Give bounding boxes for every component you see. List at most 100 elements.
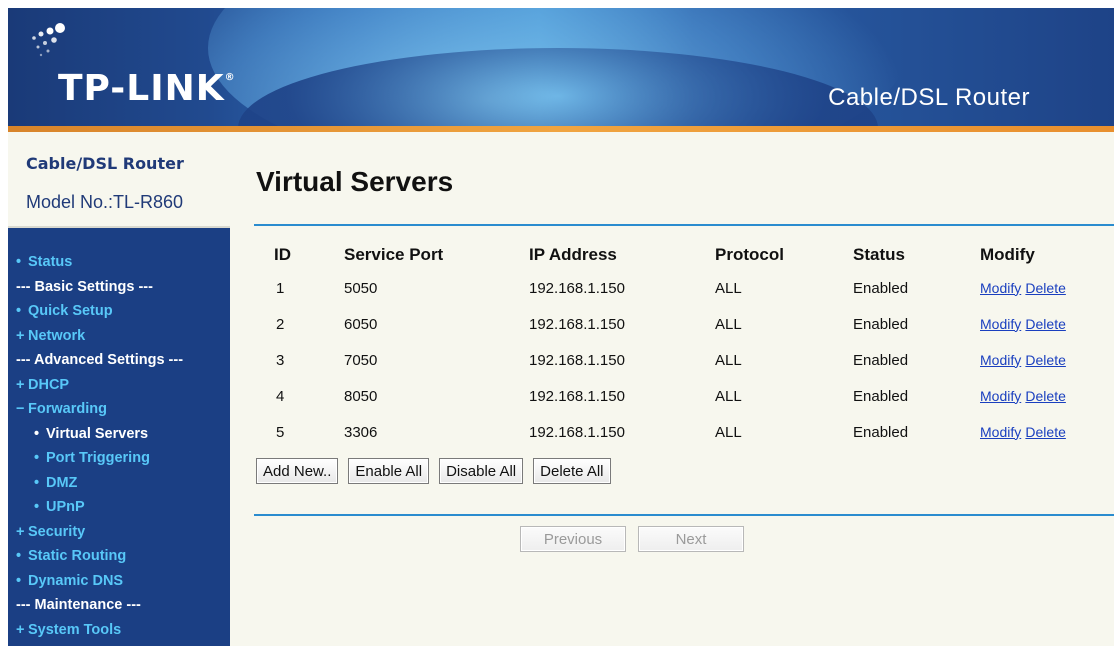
product-name: Cable/DSL Router: [26, 154, 184, 173]
delete-link[interactable]: Delete: [1025, 316, 1065, 332]
table-row: 1 5050 192.168.1.150 ALL Enabled Modify …: [264, 270, 1100, 306]
cell-ip-address: 192.168.1.150: [529, 423, 625, 441]
disable-all-button[interactable]: Disable All: [439, 458, 524, 484]
sidebar-item-virtual-servers[interactable]: • Virtual Servers: [8, 422, 230, 447]
delete-all-button[interactable]: Delete All: [533, 458, 611, 484]
cell-ip-address: 192.168.1.150: [529, 387, 625, 405]
bullet-icon: •: [34, 450, 40, 466]
model-number: Model No.:TL-R860: [26, 192, 184, 212]
sidebar-item-quick-setup[interactable]: • Quick Setup: [8, 299, 230, 324]
enable-all-button[interactable]: Enable All: [348, 458, 430, 484]
bullet-icon: •: [16, 572, 22, 589]
cell-id: 3: [276, 351, 285, 369]
expand-plus-icon: +: [16, 327, 25, 344]
cell-protocol: ALL: [715, 387, 742, 405]
sidebar-item-network[interactable]: + Network: [8, 324, 230, 349]
modify-link[interactable]: Modify: [980, 352, 1021, 368]
cell-service-port: 5050: [344, 279, 378, 297]
cell-service-port: 6050: [344, 315, 378, 333]
previous-button[interactable]: Previous: [520, 526, 626, 552]
sidebar-item-upnp[interactable]: • UPnP: [8, 495, 230, 520]
divider: [254, 514, 1114, 516]
sidebar-item-security[interactable]: + Security: [8, 520, 230, 545]
sidebar-section-maintenance: --- Maintenance ---: [16, 597, 141, 613]
cell-id: 5: [276, 423, 285, 441]
sidebar-section-basic-settings: --- Basic Settings ---: [16, 278, 153, 295]
delete-link[interactable]: Delete: [1025, 424, 1065, 440]
bullet-icon: •: [16, 303, 22, 319]
collapse-minus-icon: −: [16, 401, 25, 417]
table-row: 4 8050 192.168.1.150 ALL Enabled Modify …: [264, 378, 1100, 414]
column-header-ip-address: IP Address: [529, 245, 617, 264]
expand-plus-icon: +: [16, 523, 25, 540]
modify-link[interactable]: Modify: [980, 388, 1021, 404]
cell-id: 4: [276, 387, 285, 405]
cell-actions: Modify Delete: [980, 378, 1100, 414]
table-row: 2 6050 192.168.1.150 ALL Enabled Modify …: [264, 306, 1100, 342]
model-info-panel: Cable/DSL Router Model No.:TL-R860: [8, 132, 230, 228]
cell-protocol: ALL: [715, 279, 742, 297]
column-header-protocol: Protocol: [715, 245, 784, 264]
sidebar-item-port-triggering[interactable]: • Port Triggering: [8, 446, 230, 471]
cell-status: Enabled: [853, 423, 909, 441]
table-row: 3 7050 192.168.1.150 ALL Enabled Modify …: [264, 342, 1100, 378]
table-actions: Add New.. Enable All Disable All Delete …: [256, 458, 611, 484]
cell-ip-address: 192.168.1.150: [529, 279, 625, 297]
sidebar-menu: • Status --- Basic Settings --- • Quick Se…: [8, 228, 230, 646]
tp-link-logo-icon: [32, 23, 65, 57]
header-banner: TP-LINK® Cable/DSL Router: [8, 8, 1114, 128]
bullet-icon: •: [34, 474, 40, 491]
cell-status: Enabled: [853, 351, 909, 369]
cell-service-port: 7050: [344, 351, 378, 369]
column-header-status: Status: [853, 245, 905, 264]
virtual-servers-table: ID Service Port IP Address Protocol Stat…: [264, 240, 1100, 450]
pagination: Previous Next: [520, 526, 744, 552]
next-button[interactable]: Next: [638, 526, 744, 552]
cell-actions: Modify Delete: [980, 342, 1100, 378]
delete-link[interactable]: Delete: [1025, 352, 1065, 368]
bullet-icon: •: [34, 499, 40, 515]
expand-plus-icon: +: [16, 376, 25, 393]
cell-actions: Modify Delete: [980, 306, 1100, 342]
cell-ip-address: 192.168.1.150: [529, 315, 625, 333]
cell-status: Enabled: [853, 315, 909, 333]
modify-link[interactable]: Modify: [980, 280, 1021, 296]
delete-link[interactable]: Delete: [1025, 280, 1065, 296]
bullet-icon: •: [34, 425, 40, 442]
main-content: Virtual Servers ID Service Port IP Addre…: [230, 132, 1114, 646]
column-header-modify: Modify: [980, 245, 1035, 264]
divider: [254, 224, 1114, 226]
cell-id: 1: [276, 279, 285, 297]
cell-protocol: ALL: [715, 351, 742, 369]
delete-link[interactable]: Delete: [1025, 388, 1065, 404]
expand-plus-icon: +: [16, 621, 25, 638]
sidebar-section-advanced-settings: --- Advanced Settings ---: [16, 352, 184, 368]
page-title: Virtual Servers: [256, 166, 454, 197]
cell-service-port: 3306: [344, 423, 378, 441]
header-product-title: Cable/DSL Router: [828, 84, 1030, 111]
sidebar-item-dhcp[interactable]: + DHCP: [8, 373, 230, 398]
table-row: 5 3306 192.168.1.150 ALL Enabled Modify …: [264, 414, 1100, 450]
sidebar-item-static-routing[interactable]: • Static Routing: [8, 544, 230, 569]
modify-link[interactable]: Modify: [980, 424, 1021, 440]
column-header-service-port: Service Port: [344, 245, 444, 264]
modify-link[interactable]: Modify: [980, 316, 1021, 332]
column-header-id: ID: [274, 245, 291, 264]
cell-status: Enabled: [853, 279, 909, 297]
table-header-row: ID Service Port IP Address Protocol Stat…: [264, 240, 1100, 270]
cell-service-port: 8050: [344, 387, 378, 405]
cell-actions: Modify Delete: [980, 270, 1100, 306]
sidebar-item-system-tools[interactable]: + System Tools: [8, 618, 230, 643]
bullet-icon: •: [16, 548, 22, 564]
sidebar-item-status[interactable]: • Status: [8, 250, 230, 275]
cell-id: 2: [276, 315, 285, 333]
cell-actions: Modify Delete: [980, 414, 1100, 450]
bullet-icon: •: [16, 254, 22, 270]
sidebar-item-dynamic-dns[interactable]: • Dynamic DNS: [8, 569, 230, 594]
sidebar-item-forwarding[interactable]: − Forwarding: [8, 397, 230, 422]
tp-link-logo: TP-LINK®: [58, 68, 236, 109]
add-new-button[interactable]: Add New..: [256, 458, 339, 484]
sidebar-item-dmz[interactable]: • DMZ: [8, 471, 230, 496]
cell-protocol: ALL: [715, 423, 742, 441]
cell-status: Enabled: [853, 387, 909, 405]
